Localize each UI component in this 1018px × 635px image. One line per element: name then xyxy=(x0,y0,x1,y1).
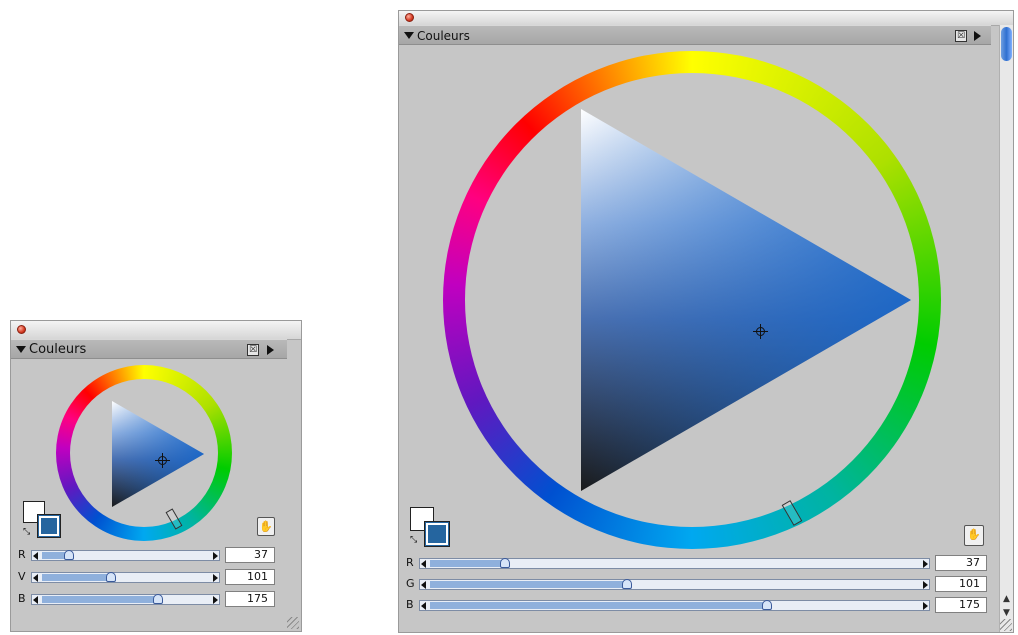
resize-grip-icon[interactable] xyxy=(287,617,299,629)
slider-track-b[interactable] xyxy=(31,594,220,605)
slider-left-arrow-icon[interactable] xyxy=(33,596,38,604)
color-picker-cursor[interactable] xyxy=(753,324,768,339)
slider-thumb[interactable] xyxy=(622,579,632,589)
slider-left-arrow-icon[interactable] xyxy=(421,602,426,610)
slider-track-g[interactable] xyxy=(419,579,930,590)
collapse-triangle-icon[interactable] xyxy=(16,346,26,353)
slider-label: R xyxy=(18,548,26,561)
eyedropper-icon[interactable]: ✋ xyxy=(257,517,275,536)
value-field-r[interactable]: 37 xyxy=(935,555,987,571)
close-button[interactable] xyxy=(405,13,414,22)
panel-title: Couleurs xyxy=(417,29,470,43)
slider-row-g: G 101 xyxy=(399,576,1013,593)
scroll-down-arrow-icon[interactable]: ▼ xyxy=(1000,608,1013,618)
scroll-up-arrow-icon[interactable]: ▲ xyxy=(1000,594,1013,604)
scrollbar-thumb[interactable] xyxy=(1001,27,1012,61)
panel-title: Couleurs xyxy=(29,342,87,357)
slider-track-b[interactable] xyxy=(419,600,930,611)
slider-label: B xyxy=(406,598,414,611)
colors-panel-large: Couleurs ☒ ⤡ ✋ R 37 G 101 B 175 ▲ ▼ xyxy=(398,10,1014,633)
panel-menu-icon[interactable] xyxy=(267,345,274,355)
slider-row-r: R 37 xyxy=(399,555,1013,572)
swap-colors-icon[interactable]: ⤡ xyxy=(23,527,30,537)
panel-menu-icon[interactable] xyxy=(974,31,981,41)
value-field-r[interactable]: 37 xyxy=(225,547,275,563)
slider-right-arrow-icon[interactable] xyxy=(923,581,928,589)
panel-header[interactable]: Couleurs ☒ xyxy=(11,339,287,359)
slider-left-arrow-icon[interactable] xyxy=(33,574,38,582)
collapse-triangle-icon[interactable] xyxy=(404,32,414,39)
slider-left-arrow-icon[interactable] xyxy=(421,581,426,589)
slider-right-arrow-icon[interactable] xyxy=(213,596,218,604)
resize-grip-icon[interactable] xyxy=(1000,619,1012,631)
slider-right-arrow-icon[interactable] xyxy=(923,560,928,568)
value-field-b[interactable]: 175 xyxy=(225,591,275,607)
slider-thumb[interactable] xyxy=(500,558,510,568)
slider-right-arrow-icon[interactable] xyxy=(923,602,928,610)
slider-label: G xyxy=(406,577,415,590)
title-bar[interactable] xyxy=(399,11,1013,26)
slider-thumb[interactable] xyxy=(762,600,772,610)
close-button[interactable] xyxy=(17,325,26,334)
title-bar[interactable] xyxy=(11,321,301,340)
panel-header[interactable]: Couleurs ☒ xyxy=(399,25,991,45)
slider-track-r[interactable] xyxy=(31,550,220,561)
slider-label: V xyxy=(18,570,26,583)
background-color-swatch[interactable] xyxy=(37,514,61,538)
color-picker-cursor[interactable] xyxy=(155,453,170,468)
slider-track-r[interactable] xyxy=(419,558,930,569)
value-field-b[interactable]: 175 xyxy=(935,597,987,613)
slider-right-arrow-icon[interactable] xyxy=(213,574,218,582)
slider-left-arrow-icon[interactable] xyxy=(421,560,426,568)
close-panel-icon[interactable]: ☒ xyxy=(955,30,967,42)
vertical-scrollbar[interactable]: ▲ ▼ xyxy=(999,25,1013,632)
slider-left-arrow-icon[interactable] xyxy=(33,552,38,560)
slider-thumb[interactable] xyxy=(64,550,74,560)
value-field-v[interactable]: 101 xyxy=(225,569,275,585)
value-field-g[interactable]: 101 xyxy=(935,576,987,592)
background-color-swatch[interactable] xyxy=(424,521,450,547)
close-panel-icon[interactable]: ☒ xyxy=(247,344,259,356)
slider-row-v: V 101 xyxy=(11,569,301,586)
slider-row-b: B 175 xyxy=(399,597,1013,614)
slider-thumb[interactable] xyxy=(153,594,163,604)
eyedropper-icon[interactable]: ✋ xyxy=(964,525,984,546)
slider-row-r: R 37 xyxy=(11,547,301,564)
slider-track-v[interactable] xyxy=(31,572,220,583)
slider-label: R xyxy=(406,556,414,569)
swap-colors-icon[interactable]: ⤡ xyxy=(410,535,417,545)
slider-right-arrow-icon[interactable] xyxy=(213,552,218,560)
slider-label: B xyxy=(18,592,26,605)
colors-panel-small: Couleurs ☒ ⤡ ✋ R 37 V 101 B 175 xyxy=(10,320,302,632)
slider-thumb[interactable] xyxy=(106,572,116,582)
slider-row-b: B 175 xyxy=(11,591,301,608)
